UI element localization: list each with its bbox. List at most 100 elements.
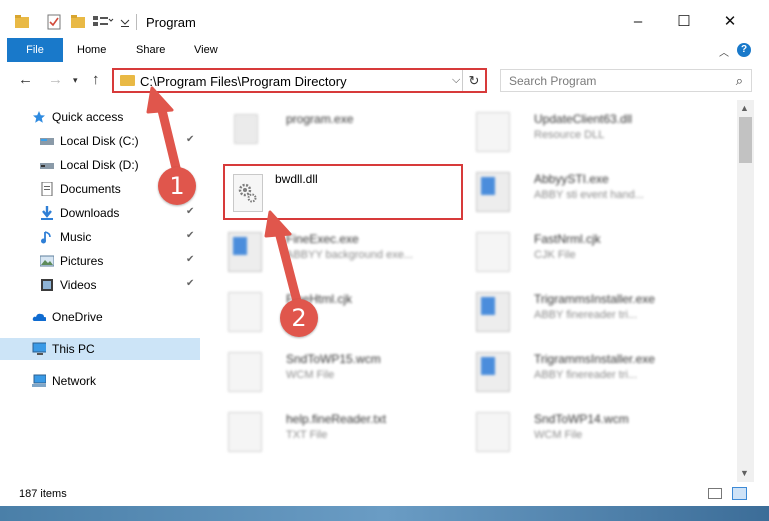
sidebar-item-label: Documents bbox=[60, 182, 121, 196]
view-options-icon[interactable] bbox=[92, 13, 114, 31]
maximize-icon: ☐ bbox=[677, 13, 691, 30]
application-icon bbox=[476, 172, 510, 212]
sidebar-item-label: OneDrive bbox=[52, 310, 103, 324]
file-name: UpdateClient63.dll bbox=[534, 112, 633, 126]
desktop-strip bbox=[0, 506, 769, 521]
file-name: SndToWP15.wcm bbox=[286, 352, 381, 366]
videos-icon bbox=[41, 279, 53, 291]
sidebar-item-network[interactable]: Network bbox=[0, 370, 200, 392]
document-icon bbox=[228, 352, 262, 392]
sidebar-item-onedrive[interactable]: OneDrive bbox=[0, 306, 200, 328]
pin-icon: ✔ bbox=[186, 134, 195, 145]
document-icon bbox=[228, 412, 262, 452]
application-icon bbox=[228, 112, 260, 150]
list-item[interactable]: help.fineReader.txt TXT File bbox=[214, 404, 464, 456]
address-path: C:\Program Files\Program Directory bbox=[140, 74, 347, 89]
sidebar-item-local-disk-c[interactable]: Local Disk (C:) ✔ bbox=[0, 130, 200, 152]
application-icon bbox=[476, 292, 510, 332]
drive-icon bbox=[40, 138, 54, 145]
dll-gear-icon bbox=[233, 174, 263, 212]
sidebar-item-this-pc[interactable]: This PC bbox=[0, 338, 200, 360]
scroll-up-icon[interactable]: ▲ bbox=[740, 103, 749, 113]
file-description: ABBY finereader tri... bbox=[534, 309, 638, 321]
music-icon bbox=[41, 231, 51, 244]
back-arrow-icon[interactable]: ← bbox=[18, 71, 33, 88]
folder-icon bbox=[15, 15, 29, 28]
explorer-window: Program – ☐ ✕ File Home Share View ︿ ? ←… bbox=[0, 0, 769, 521]
vertical-scrollbar[interactable]: ▲ ▼ bbox=[737, 100, 754, 482]
list-item[interactable]: FineHtml.cjk bbox=[214, 284, 464, 336]
list-item[interactable]: SndToWP15.wcm WCM File bbox=[214, 344, 464, 396]
title-bar: Program – ☐ ✕ bbox=[0, 0, 769, 38]
list-item[interactable]: UpdateClient63.dll Resource DLL bbox=[462, 104, 712, 156]
file-name: FineExec.exe bbox=[286, 232, 359, 246]
sidebar-item-videos[interactable]: Videos ✔ bbox=[0, 274, 200, 296]
recent-locations-icon[interactable]: ▾ bbox=[73, 75, 78, 86]
tab-view[interactable]: View bbox=[194, 38, 218, 62]
sidebar-item-label: Videos bbox=[60, 278, 97, 292]
refresh-icon[interactable]: ↻ bbox=[462, 70, 485, 91]
file-name: TrigrammsInstaller.exe bbox=[534, 352, 655, 366]
minimize-button[interactable]: – bbox=[618, 8, 658, 34]
scrollbar-thumb[interactable] bbox=[739, 117, 752, 163]
list-item[interactable]: FineExec.exe ABBYY background exe... bbox=[214, 224, 464, 276]
file-description: Resource DLL bbox=[534, 129, 605, 141]
list-item[interactable]: AbbyySTI.exe ABBY sti event hand... bbox=[462, 164, 712, 216]
forward-arrow-icon[interactable]: → bbox=[48, 71, 63, 88]
file-name: help.fineReader.txt bbox=[286, 412, 387, 426]
sidebar-item-label: Quick access bbox=[52, 110, 124, 124]
focused-file-bwdll[interactable]: bwdll.dll bbox=[223, 164, 463, 220]
navigation-bar: ← → ▾ ↑ C:\Program Files\Program Directo… bbox=[0, 62, 769, 98]
list-item[interactable]: FastNrml.cjk CJK File bbox=[462, 224, 712, 276]
title-divider bbox=[136, 14, 137, 30]
sidebar-item-quick-access[interactable]: Quick access bbox=[0, 106, 200, 128]
address-bar[interactable]: C:\Program Files\Program Directory ⌵ ↻ bbox=[112, 68, 487, 93]
sidebar-item-downloads[interactable]: Downloads ✔ bbox=[0, 202, 200, 224]
chevron-down-icon[interactable]: ⌵ bbox=[452, 74, 460, 87]
search-input[interactable]: Search Program ⌕ bbox=[500, 69, 752, 92]
sidebar-item-pictures[interactable]: Pictures ✔ bbox=[0, 250, 200, 272]
document-icon bbox=[228, 292, 262, 332]
application-icon bbox=[228, 232, 262, 272]
file-name: SndToWP14.wcm bbox=[534, 412, 629, 426]
document-icon bbox=[476, 412, 510, 452]
sidebar-item-label: Local Disk (D:) bbox=[60, 158, 139, 172]
sidebar-item-label: Downloads bbox=[60, 206, 120, 220]
tab-file[interactable]: File bbox=[7, 38, 63, 62]
list-item[interactable]: SndToWP14.wcm WCM File bbox=[462, 404, 712, 456]
download-icon bbox=[41, 206, 53, 220]
list-item[interactable]: TrigrammsInstaller.exe ABBY finereader t… bbox=[462, 284, 712, 336]
sidebar-item-music[interactable]: Music ✔ bbox=[0, 226, 200, 248]
close-button[interactable]: ✕ bbox=[710, 8, 750, 34]
network-icon bbox=[32, 374, 46, 387]
documents-icon bbox=[41, 182, 53, 196]
search-icon[interactable]: ⌕ bbox=[736, 73, 743, 89]
chevron-up-icon[interactable]: ︿ bbox=[719, 44, 729, 59]
step-badge-2: 2 bbox=[280, 299, 318, 337]
new-folder-icon[interactable] bbox=[70, 13, 86, 31]
pin-icon: ✔ bbox=[186, 254, 195, 265]
tab-share[interactable]: Share bbox=[136, 38, 165, 62]
maximize-button[interactable]: ☐ bbox=[664, 8, 704, 34]
scroll-down-icon[interactable]: ▼ bbox=[740, 468, 749, 478]
list-item[interactable]: TrigrammsInstaller.exe ABBY finereader t… bbox=[462, 344, 712, 396]
file-name: TrigrammsInstaller.exe bbox=[534, 292, 655, 306]
large-icons-view-icon[interactable] bbox=[732, 487, 747, 500]
list-item[interactable]: program.exe bbox=[214, 104, 464, 156]
sidebar-item-label: Local Disk (C:) bbox=[60, 134, 139, 148]
search-placeholder: Search Program bbox=[509, 74, 597, 88]
tab-home[interactable]: Home bbox=[77, 38, 106, 62]
sidebar-item-label: This PC bbox=[52, 342, 95, 356]
file-name: AbbyySTI.exe bbox=[534, 172, 609, 186]
minimize-icon: – bbox=[633, 12, 643, 30]
customize-toolbar-icon[interactable] bbox=[120, 13, 130, 31]
file-description: CJK File bbox=[534, 249, 576, 261]
navigation-pane: Quick access Local Disk (C:) ✔ Local Dis… bbox=[0, 100, 204, 482]
star-icon bbox=[33, 111, 45, 123]
drive-icon bbox=[40, 163, 54, 169]
folder-icon bbox=[120, 75, 135, 86]
up-arrow-icon[interactable]: ↑ bbox=[92, 71, 100, 88]
properties-icon[interactable] bbox=[46, 13, 62, 31]
details-view-icon[interactable] bbox=[708, 488, 722, 499]
help-icon[interactable]: ? bbox=[737, 43, 751, 57]
